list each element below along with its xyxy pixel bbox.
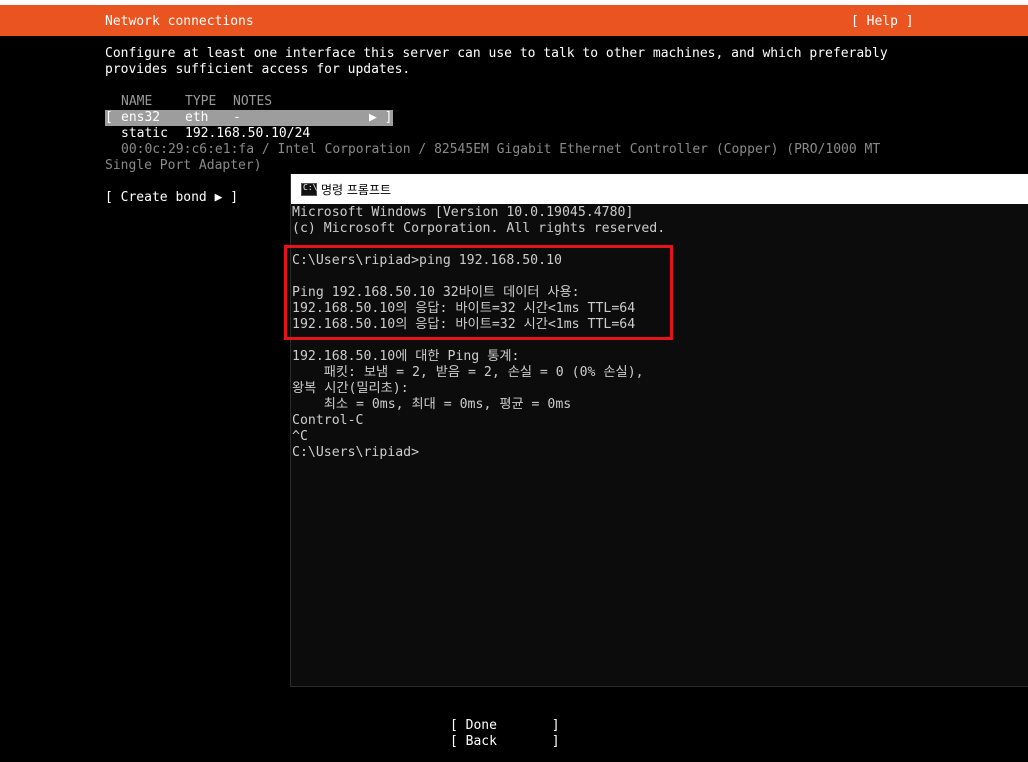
cmd-titlebar[interactable]: C:\ 명령 프롬프트 — [291, 174, 1028, 204]
ip-address: 192.168.50.10/24 — [185, 126, 311, 141]
interface-menu-arrow-icon[interactable]: ▶ ] — [369, 110, 392, 126]
command-prompt-window[interactable]: C:\ 명령 프롬프트 Microsoft Windows [Version 1… — [284, 174, 1028, 687]
cmd-output-line: Control-C — [292, 413, 364, 428]
cmd-window-title: 명령 프롬프트 — [321, 183, 392, 197]
column-header-notes: NOTES — [233, 94, 273, 109]
cmd-output-line: Microsoft Windows [Version 10.0.19045.47… — [292, 205, 634, 220]
highlight-box — [284, 245, 673, 340]
cmd-output-line: (c) Microsoft Corporation. All rights re… — [292, 221, 666, 236]
hardware-info-continued: Single Port Adapter) — [105, 158, 262, 173]
cmd-output-line: ^C — [292, 429, 308, 444]
interface-name: ens32 — [121, 110, 161, 125]
interface-row-ens32[interactable]: [ ens32 eth - ▶ ] — [105, 110, 393, 126]
cmd-output-line: 최소 = 0ms, 최대 = 0ms, 평균 = 0ms — [292, 397, 572, 412]
cmd-output-line: 192.168.50.10에 대한 Ping 통계: — [292, 349, 520, 364]
interface-notes: - — [233, 110, 241, 125]
page-title: Network connections — [105, 14, 254, 29]
done-button[interactable]: [ Done ] — [450, 718, 560, 734]
cmd-output-line: 패킷: 보냄 = 2, 받음 = 2, 손실 = 0 (0% 손실), — [292, 365, 644, 380]
cmd-output-line: C:\Users\ripiad> — [292, 445, 420, 460]
terminal-icon-glyph: C:\ — [303, 183, 318, 192]
create-bond-button[interactable]: [ Create bond ▶ ] — [105, 190, 238, 206]
back-button[interactable]: [ Back ] — [450, 734, 560, 750]
column-header-type: TYPE — [185, 94, 217, 109]
terminal-icon: C:\ — [301, 183, 317, 196]
cmd-output-line: 왕복 시간(밀리초): — [292, 381, 409, 396]
address-mode: static — [121, 126, 168, 141]
help-button[interactable]: [ Help ] — [851, 14, 914, 30]
row-bracket: [ — [105, 110, 113, 125]
interface-type: eth — [185, 110, 209, 125]
hardware-info: 00:0c:29:c6:e1:fa / Intel Corporation / … — [121, 142, 881, 157]
column-header-name: NAME — [121, 94, 153, 109]
description-text: Configure at least one interface this se… — [105, 46, 888, 77]
